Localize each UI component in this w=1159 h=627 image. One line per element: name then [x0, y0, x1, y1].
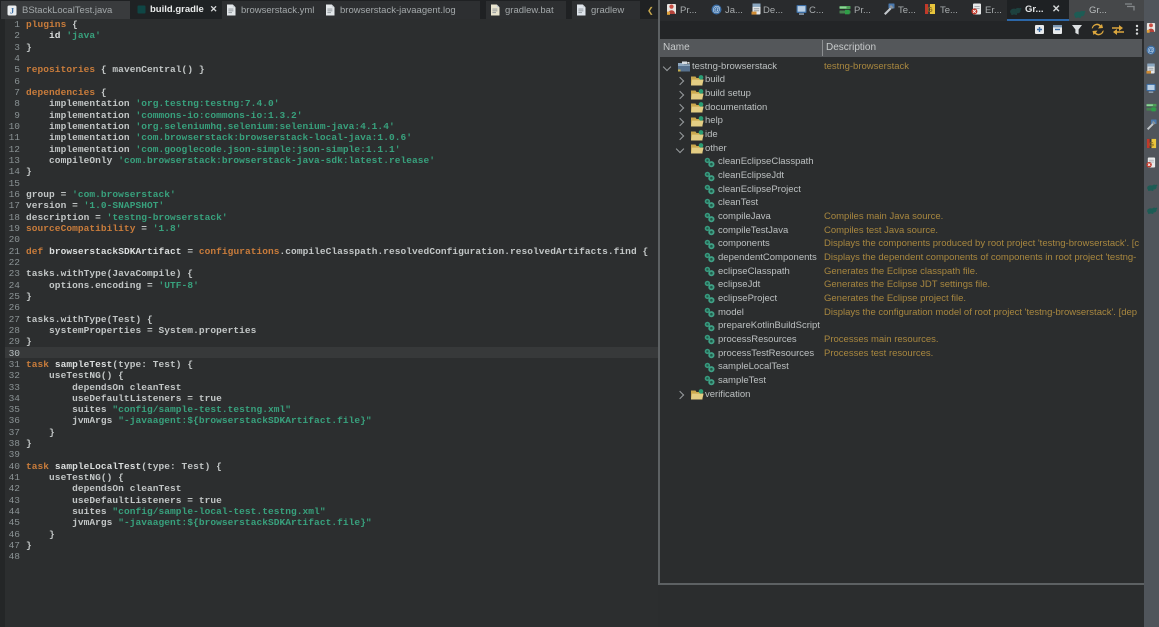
svg-text:G: G: [1149, 141, 1154, 148]
svg-text:@: @: [712, 5, 720, 14]
svg-text:@: @: [1147, 45, 1154, 54]
svg-text:G: G: [927, 7, 933, 14]
